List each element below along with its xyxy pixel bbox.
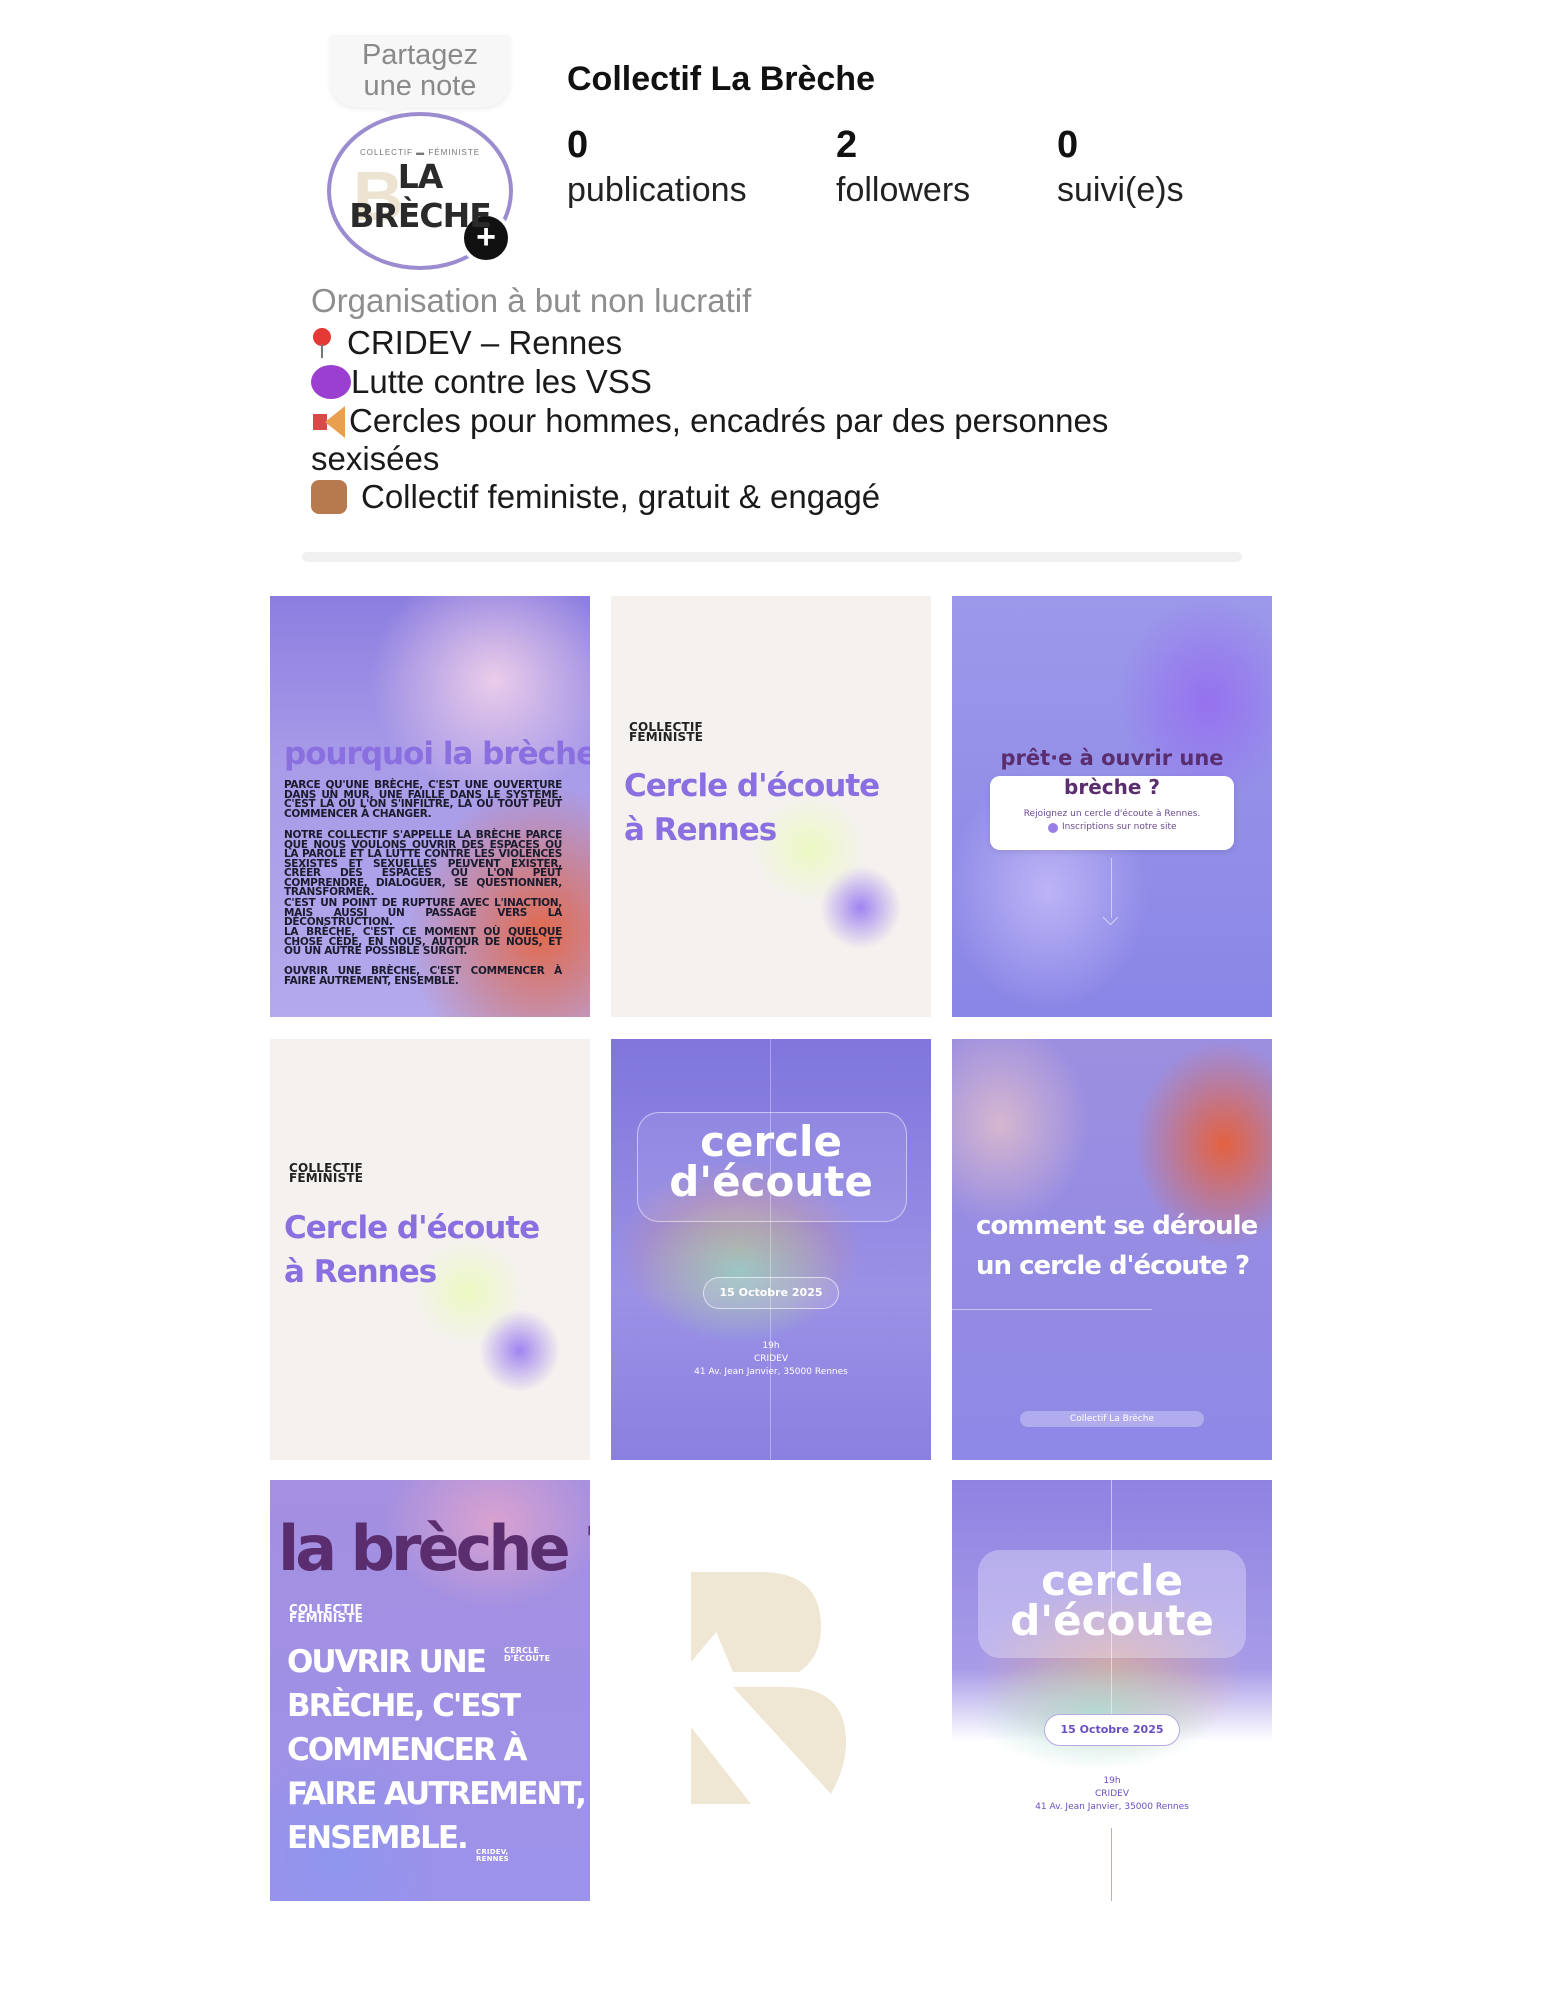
post-tile-la-breche[interactable]: la brèche ? COLLECTIF FÉMINISTE CERCLE D… [270,1480,590,1901]
post-time: 19h [1103,1776,1121,1786]
bio-line-vss: Lutte contre les VSS [311,363,1211,401]
bio-line-circles-cont: sexisées [311,440,440,477]
post-title: la brèche ? [278,1512,590,1585]
note-bubble[interactable]: Partagez une note [330,35,510,121]
tab-divider [302,552,1242,562]
post-title: pourquoi la brèche ? [284,736,590,772]
post-title: Cercle d'écoute [624,768,880,804]
post-divider-line [1111,1828,1112,1901]
post-title: prêt·e à ouvrir une [1000,746,1224,770]
post-tile-cercle-rennes-2[interactable]: COLLECTIF FÉMINISTE Cercle d'écoute à Re… [270,1039,590,1460]
post-address: 41 Av. Jean Janvier, 35000 Rennes [1035,1802,1189,1812]
bio-text: Collectif feministe, gratuit & engagé [361,478,881,515]
post-body-line: FAIRE AUTREMENT, [287,1776,587,1812]
arrow-down-icon [1102,909,1119,926]
post-tile-cercle-date[interactable]: cercle d'écoute 15 Octobre 2025 19h CRID… [611,1039,931,1460]
post-date: 15 Octobre 2025 [703,1277,839,1309]
bio-line-circles: Cercles pour hommes, encadrés par des pe… [311,402,1211,440]
post-tile-logo[interactable] [611,1480,931,1901]
bio-text: CRIDEV – Rennes [347,324,623,361]
stat-value: 2 [836,124,858,166]
post-title: un cercle d'écoute ? [976,1251,1250,1281]
post-body-line: OUVRIR UNE [287,1644,487,1680]
post-tile-cercle-date-2[interactable]: cercle d'écoute 15 Octobre 2025 19h CRID… [952,1480,1272,1901]
avatar-title: LA BRÈCHE [349,156,492,235]
post-tile-cercle-rennes[interactable]: COLLECTIF FÉMINISTE Cercle d'écoute à Re… [611,596,931,1017]
post-place: CRIDEV [754,1354,788,1364]
post-time: 19h [762,1341,780,1351]
b-monogram-logo-icon [691,1572,846,1804]
stat-publications[interactable]: 0 publications [567,124,747,210]
post-paragraph: LA BRÈCHE, C'EST CE MOMENT OÙ QUELQUE CH… [284,926,562,957]
post-title: comment se déroule [976,1211,1258,1241]
post-body-line: ENSEMBLE. [287,1820,469,1856]
post-title: brèche ? [1064,775,1160,799]
post-paragraph: C'EST UN POINT DE RUPTURE AVEC L'INACTIO… [284,897,562,928]
bio-line-collective: Collectif feministe, gratuit & engagé [311,478,1211,516]
bio-text: Lutte contre les VSS [351,363,652,400]
bio-line-location: CRIDEV – Rennes [311,324,1211,362]
avatar-subtitle: COLLECTIF ▬ FÉMINISTE [359,147,481,157]
post-tag: D'ÉCOUTE [504,1654,551,1663]
post-title: à Rennes [284,1254,437,1290]
stat-label: followers [836,171,971,209]
post-label: FÉMINISTE [289,1171,364,1185]
stat-label: publications [567,171,747,209]
post-card-text: Rejoignez un cercle d'écoute à Rennes. [1023,809,1201,819]
post-address: 41 Av. Jean Janvier, 35000 Rennes [694,1367,848,1377]
post-label: FÉMINISTE [289,1611,364,1625]
post-card-text: Inscriptions sur notre site [1062,822,1177,832]
stat-value: 0 [1057,124,1079,166]
post-divider-line [770,1039,771,1460]
megaphone-icon [311,406,349,438]
post-paragraph: OUVRIR UNE BRÈCHE, C'EST COMMENCER À FAI… [284,965,562,987]
post-title: à Rennes [624,812,777,848]
stat-followers[interactable]: 2 followers [836,124,970,210]
bio-text: Cercles pour hommes, encadrés par des pe… [349,402,1109,439]
raised-fist-icon [311,480,347,514]
post-title: d'écoute [669,1157,873,1206]
post-title: d'écoute [1010,1596,1214,1645]
post-divider-line [952,1309,1152,1310]
stat-following[interactable]: 0 suivi(e)s [1057,124,1184,210]
post-date: 15 Octobre 2025 [1044,1714,1180,1746]
post-paragraph: PARCE QU'UNE BRÈCHE, C'EST UNE OUVERTURE… [284,779,562,820]
stat-label: suivi(e)s [1057,171,1184,209]
post-tile-deroulement[interactable]: comment se déroule un cercle d'écoute ? … [952,1039,1272,1460]
post-footer: Collectif La Brèche [1020,1411,1204,1427]
stat-value: 0 [567,124,589,166]
note-line-2: une note [363,70,477,102]
post-label: FÉMINISTE [629,730,704,744]
arrow-line [1111,858,1112,918]
post-paragraph: NOTRE COLLECTIF S'APPELLE LA BRÈCHE PARC… [284,829,562,898]
post-tile-pourquoi[interactable]: pourquoi la brèche ? PARCE QU'UNE BRÈCHE… [270,596,590,1017]
post-place: CRIDEV [1095,1789,1129,1799]
post-signature: RENNES [476,1855,509,1863]
post-body-line: COMMENCER À [287,1732,528,1768]
profile-category: Organisation à but non lucratif [311,282,752,319]
post-title: Cercle d'écoute [284,1210,540,1246]
post-tile-ouvrir-breche[interactable]: prêt·e à ouvrir une brèche ? Rejoignez u… [952,596,1272,1017]
pin-icon [311,328,333,358]
profile-name: Collectif La Brèche [567,60,875,98]
note-line-1: Partagez [361,39,479,71]
purple-circle-icon [311,365,351,399]
post-body-line: BRÈCHE, C'EST [287,1688,521,1724]
purple-circle-icon [1048,823,1058,833]
